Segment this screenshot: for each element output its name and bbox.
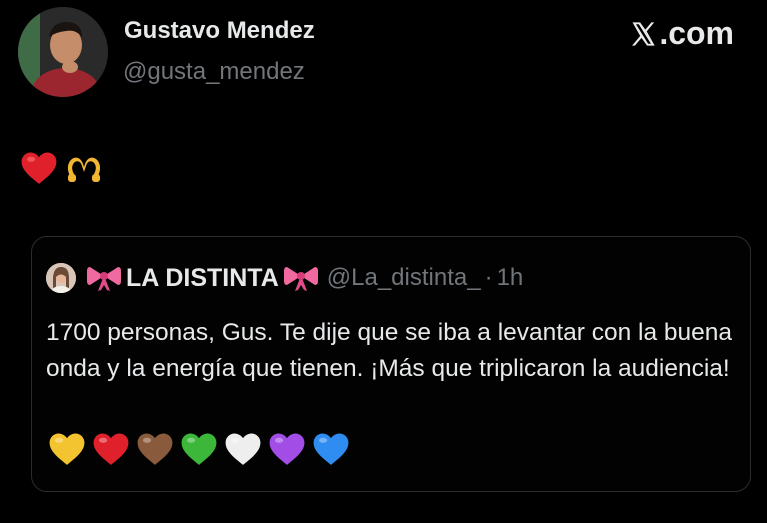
brown-heart-icon [137,433,173,465]
quoted-tweet-header: LA DISTINTA @La_distinta_ · 1h [46,263,523,293]
white-heart-icon [225,433,261,465]
quoted-heart-emojis [48,431,350,467]
meta-separator: · [484,264,493,291]
ribbon-bow-emoji [87,267,121,291]
author-handle[interactable]: @gusta_mendez [123,58,305,86]
quoted-author-handle[interactable]: @La_distinta_ [327,264,481,292]
author-name[interactable]: Gustavo Mendez [124,17,315,45]
tweet-card: Gustavo Mendez @gusta_mendez .com LA DIS… [0,0,767,523]
author-avatar[interactable] [18,7,108,97]
x-logo-icon [632,21,655,46]
post-reactions [20,150,104,186]
red-heart-emoji [21,152,57,184]
quoted-author-name[interactable]: LA DISTINTA [126,264,279,293]
quoted-author-avatar[interactable] [46,263,76,293]
red-heart-icon [93,433,129,465]
ribbon-bow-emoji [283,267,318,291]
quoted-tweet-text: 1700 personas, Gus. Te dije que se iba a… [46,319,733,382]
purple-heart-icon [269,433,305,465]
yellow-heart-icon [49,433,85,465]
brand-text: .com [659,15,734,51]
blue-heart-icon [313,433,349,465]
quoted-tweet[interactable]: LA DISTINTA @La_distinta_ · 1h 1700 pers… [31,236,751,492]
quoted-timestamp[interactable]: 1h [497,264,524,292]
heart-hands-emoji [67,157,101,182]
green-heart-icon [181,433,217,465]
brand-logo: .com [629,15,734,52]
